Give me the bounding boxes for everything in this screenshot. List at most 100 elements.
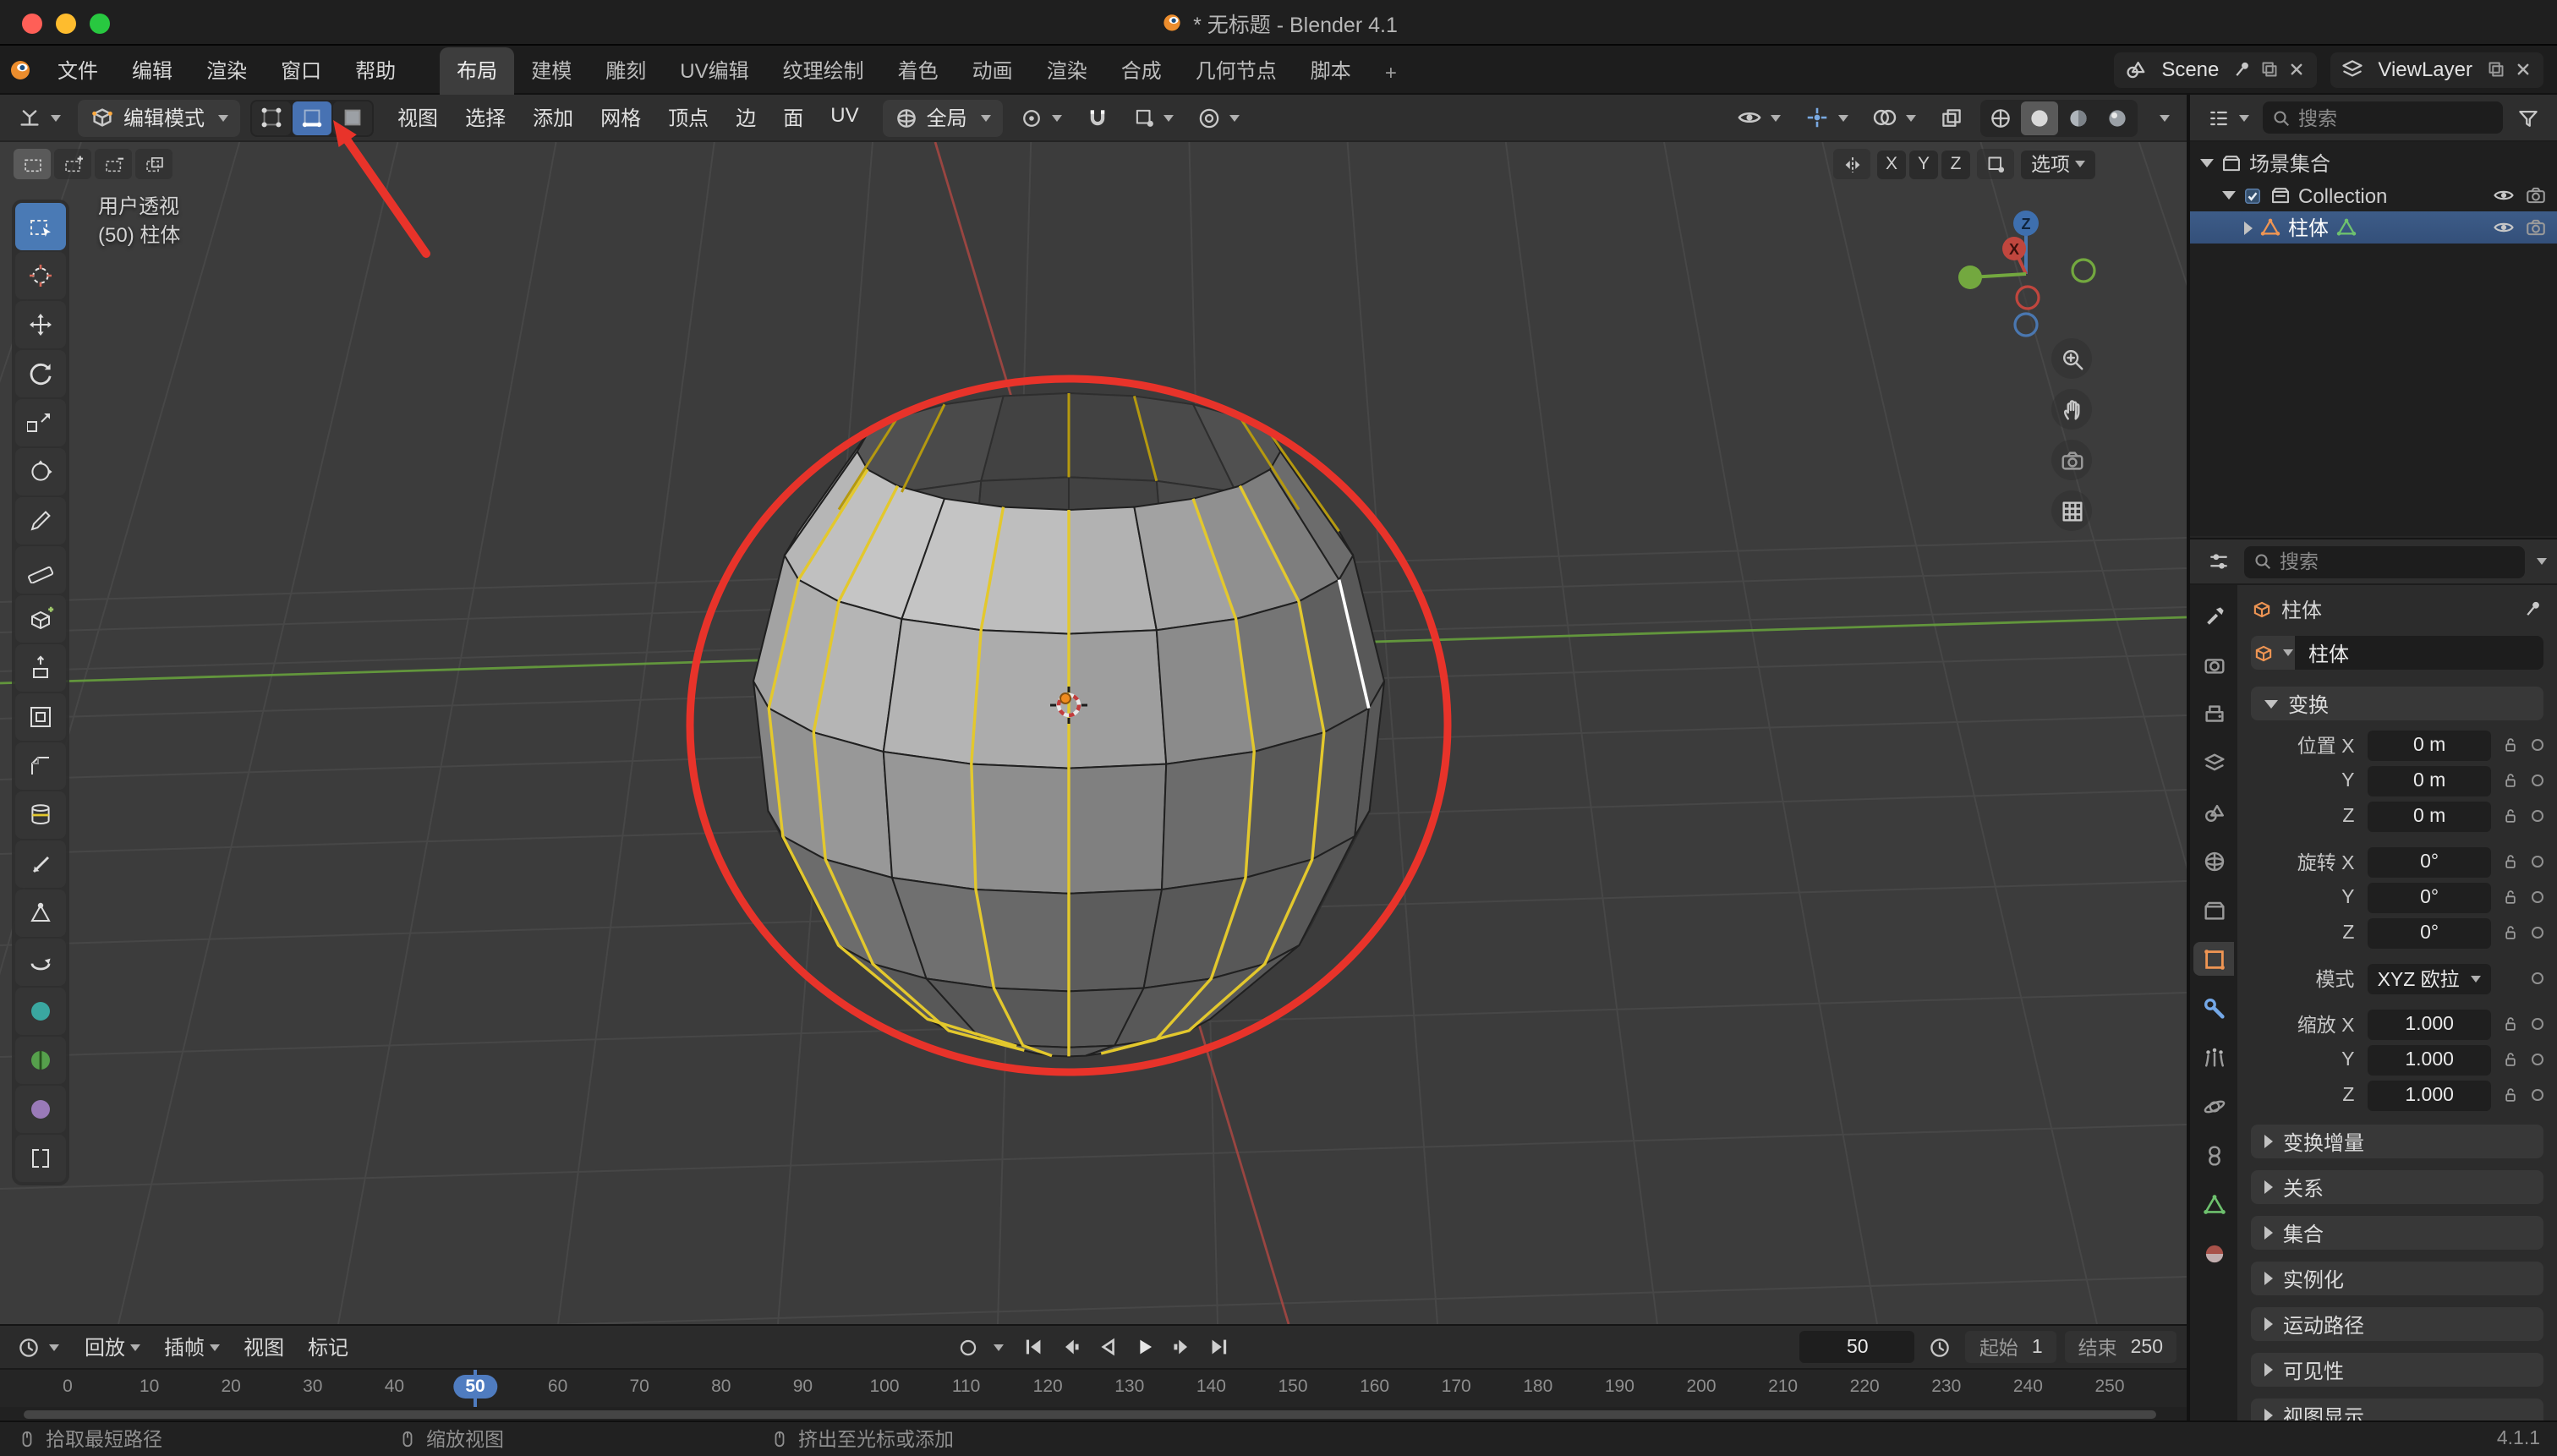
- tool-annotate[interactable]: [15, 497, 66, 545]
- tool-extrude[interactable]: [15, 644, 66, 692]
- frame-tick-80[interactable]: 80: [711, 1377, 731, 1397]
- transform-section-header[interactable]: 变换: [2251, 687, 2543, 720]
- current-frame-field[interactable]: 50: [1800, 1331, 1915, 1363]
- workspace-tab-5[interactable]: 着色: [881, 47, 955, 94]
- viewport-menu-7[interactable]: UV: [817, 103, 872, 132]
- timeline-menu-3[interactable]: 标记: [296, 1333, 360, 1361]
- lock-open-icon[interactable]: [2501, 771, 2520, 790]
- value-field[interactable]: 0 m: [2368, 801, 2490, 831]
- section-header-5[interactable]: 可见性: [2251, 1353, 2543, 1387]
- app-menu-4[interactable]: 帮助: [338, 55, 413, 84]
- section-header-0[interactable]: 变换增量: [2251, 1125, 2543, 1158]
- properties-tab-modifiers[interactable]: [2193, 991, 2234, 1025]
- tool-transform[interactable]: [15, 448, 66, 495]
- frame-tick-200[interactable]: 200: [1686, 1377, 1716, 1397]
- outliner-item-label[interactable]: 场景集合: [2249, 149, 2330, 178]
- outliner-item-label[interactable]: 柱体: [2288, 213, 2329, 242]
- properties-tab-material[interactable]: [2193, 1236, 2234, 1270]
- frame-tick-150[interactable]: 150: [1278, 1377, 1307, 1397]
- object-id-dropdown[interactable]: [2251, 636, 2295, 670]
- lock-open-icon[interactable]: [2501, 807, 2520, 825]
- frame-tick-110[interactable]: 110: [952, 1377, 981, 1397]
- pin-icon[interactable]: [2232, 59, 2253, 79]
- properties-tab-constraints[interactable]: [2193, 1138, 2234, 1172]
- lock-open-icon[interactable]: [2501, 852, 2520, 871]
- face-mode-icon[interactable]: [333, 101, 372, 134]
- sel-subtract-button[interactable]: [95, 149, 132, 179]
- tool-bevel[interactable]: [15, 742, 66, 790]
- zoom-view-icon[interactable]: [2051, 338, 2092, 379]
- lock-open-icon[interactable]: [2501, 888, 2520, 906]
- mirror-axis-y-button[interactable]: Y: [1909, 150, 1938, 178]
- properties-search-input[interactable]: 搜索: [2244, 545, 2525, 577]
- scene-name[interactable]: Scene: [2155, 57, 2226, 81]
- frame-tick-180[interactable]: 180: [1523, 1377, 1552, 1397]
- frame-tick-20[interactable]: 20: [222, 1377, 241, 1397]
- tool-poly-build[interactable]: [15, 889, 66, 937]
- copy-icon[interactable]: [2259, 59, 2280, 79]
- app-menu-1[interactable]: 编辑: [115, 55, 189, 84]
- properties-tab-data[interactable]: [2193, 1187, 2234, 1221]
- lock-open-icon[interactable]: [2501, 736, 2520, 754]
- workspace-tab-1[interactable]: 建模: [514, 47, 589, 94]
- value-field[interactable]: 1.000: [2368, 1080, 2490, 1110]
- section-header-3[interactable]: 实例化: [2251, 1262, 2543, 1295]
- proportional-edit-dropdown[interactable]: [1191, 99, 1246, 136]
- workspace-tab-7[interactable]: 渲染: [1030, 47, 1104, 94]
- frame-tick-10[interactable]: 10: [140, 1377, 159, 1397]
- properties-tab-physics[interactable]: [2193, 1089, 2234, 1123]
- keyframe-dot[interactable]: [2532, 775, 2543, 786]
- shade-wire-icon[interactable]: [1982, 101, 2019, 134]
- outliner-editor-type-button[interactable]: [2200, 99, 2256, 136]
- timeline-menu-2[interactable]: 视图: [232, 1333, 296, 1361]
- lock-open-icon[interactable]: [2501, 923, 2520, 942]
- timeline-menu-1[interactable]: 插帧: [152, 1333, 232, 1361]
- pin-icon[interactable]: [2523, 599, 2543, 619]
- frame-tick-240[interactable]: 240: [2013, 1377, 2043, 1397]
- tr-last-button[interactable]: [1202, 1330, 1236, 1364]
- keyframe-dot[interactable]: [2532, 1018, 2543, 1030]
- keyframe-dot[interactable]: [2532, 891, 2543, 903]
- frame-tick-130[interactable]: 130: [1114, 1377, 1144, 1397]
- tool-add-cube[interactable]: [15, 595, 66, 643]
- navigation-gizmo[interactable]: ZX: [1958, 211, 2094, 336]
- value-field[interactable]: XYZ 欧拉: [2368, 963, 2490, 993]
- frame-tick-90[interactable]: 90: [793, 1377, 813, 1397]
- mode-dropdown[interactable]: 编辑模式: [78, 99, 240, 136]
- sel-intersect-button[interactable]: [135, 149, 172, 179]
- xray-toggle-button[interactable]: [1933, 99, 1970, 136]
- frame-tick-40[interactable]: 40: [385, 1377, 404, 1397]
- frame-tick-70[interactable]: 70: [630, 1377, 649, 1397]
- start-frame-field[interactable]: 起始1: [1966, 1331, 2056, 1363]
- value-field[interactable]: 1.000: [2368, 1009, 2490, 1039]
- value-field[interactable]: 0°: [2368, 882, 2490, 912]
- tool-edge-slide[interactable]: [15, 1037, 66, 1084]
- lock-open-icon[interactable]: [2501, 1086, 2520, 1104]
- shade-solid-icon[interactable]: [2021, 101, 2058, 134]
- disable-render-camera-icon[interactable]: [2525, 184, 2547, 206]
- hand-view-icon[interactable]: [2051, 389, 2092, 430]
- frame-tick-140[interactable]: 140: [1196, 1377, 1226, 1397]
- value-field[interactable]: 0 m: [2368, 730, 2490, 760]
- viewport-canvas[interactable]: ZX: [0, 142, 2187, 1324]
- properties-tab-viewlayer[interactable]: [2193, 746, 2234, 780]
- 3d-viewport[interactable]: ZX 用户透视 (50) 柱体 XYZ 选项: [0, 142, 2187, 1324]
- frame-tick-30[interactable]: 30: [303, 1377, 322, 1397]
- sel-new-button[interactable]: [14, 149, 51, 179]
- pivot-point-dropdown[interactable]: [1013, 99, 1069, 136]
- sel-extend-button[interactable]: [54, 149, 91, 179]
- viewport-menu-4[interactable]: 顶点: [654, 103, 722, 132]
- snap-target-icon[interactable]: [1977, 149, 2014, 179]
- properties-tab-output[interactable]: [2193, 697, 2234, 731]
- outliner-row-1[interactable]: Collection: [2190, 179, 2557, 211]
- tool-measure[interactable]: [15, 546, 66, 594]
- editor-type-button[interactable]: [10, 99, 68, 136]
- tool-spin[interactable]: [15, 939, 66, 986]
- properties-options-chevron[interactable]: [2537, 558, 2547, 565]
- frame-tick-220[interactable]: 220: [1850, 1377, 1880, 1397]
- timeline-ruler[interactable]: 0102030405060708090100110120130140150160…: [0, 1368, 2187, 1407]
- lock-open-icon[interactable]: [2501, 1050, 2520, 1069]
- close-x-icon[interactable]: [2286, 59, 2307, 79]
- autokey-icon[interactable]: [950, 1330, 984, 1364]
- ortho-grid-icon[interactable]: [2051, 490, 2092, 531]
